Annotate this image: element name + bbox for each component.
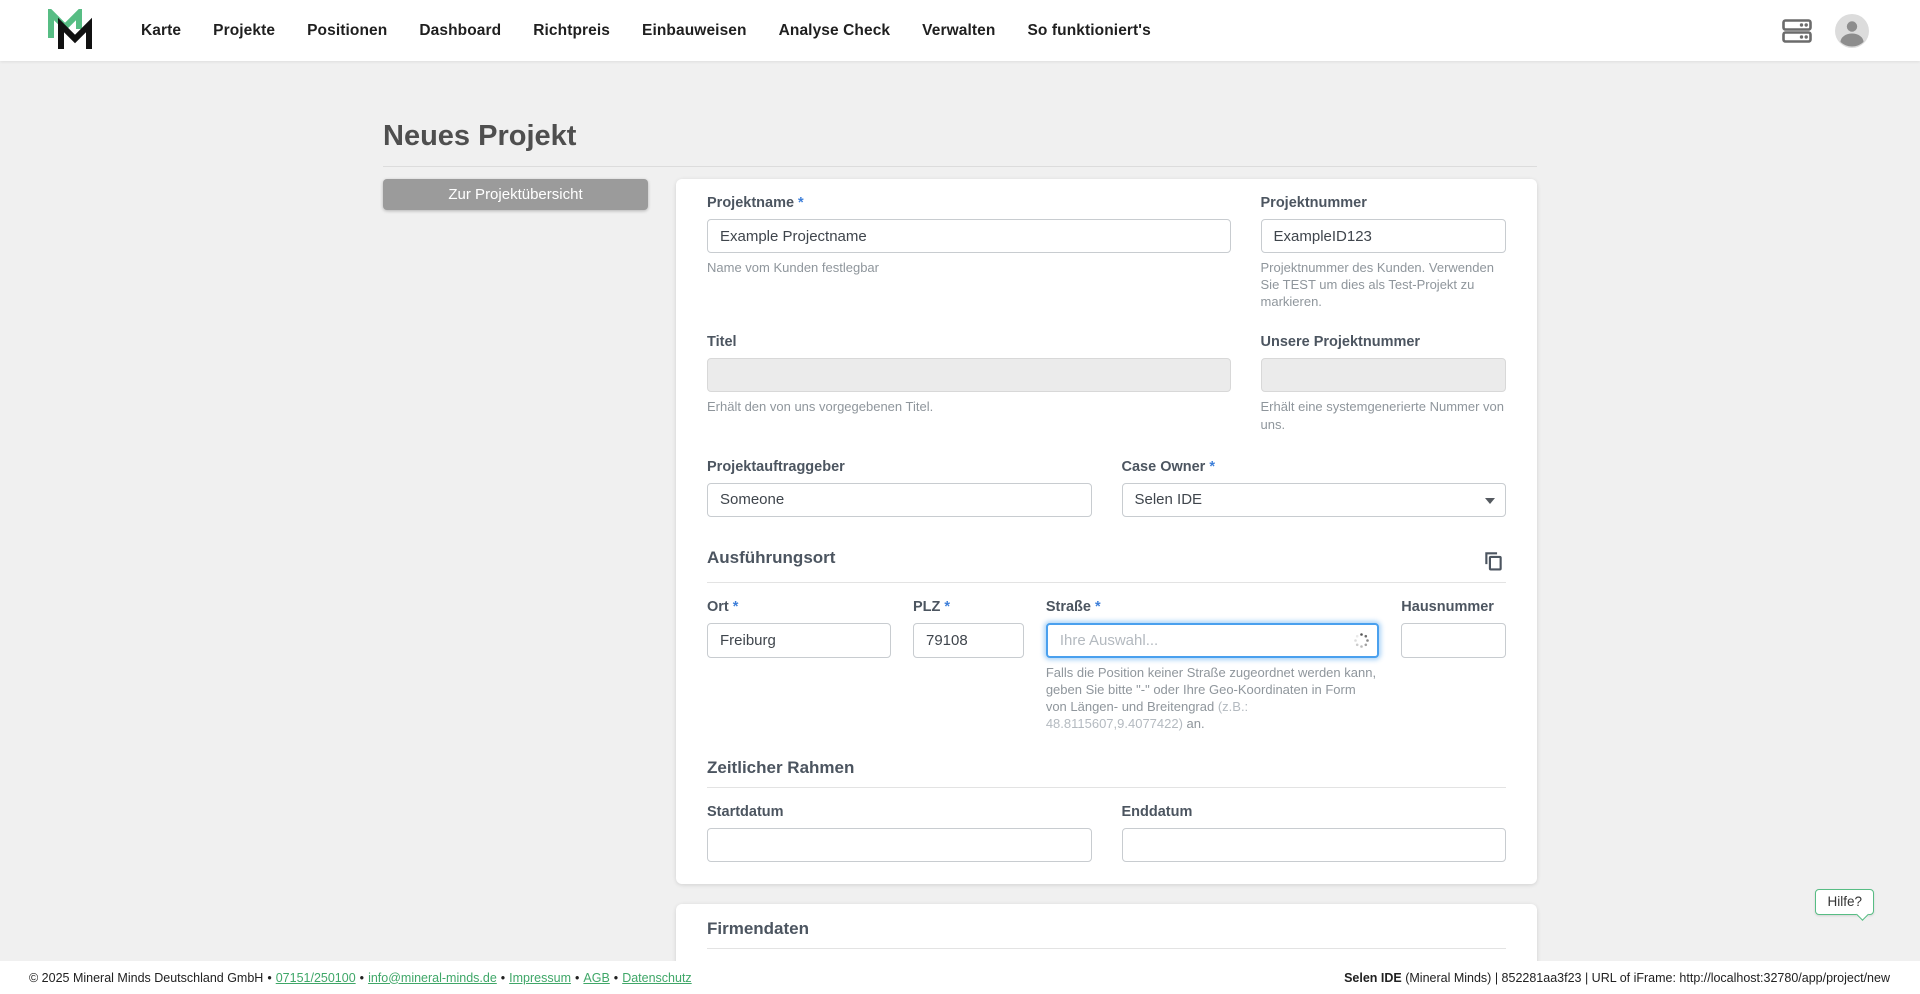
ort-label: Ort <box>707 598 729 615</box>
footer-left: © 2025 Mineral Minds Deutschland GmbH • 07… <box>29 970 692 985</box>
required-asterisk: * <box>732 598 739 615</box>
projektname-label: Projektname <box>707 195 795 211</box>
startdatum-input[interactable] <box>707 828 1092 863</box>
footer-right: Selen IDE (Mineral Minds) | 852281aa3f23… <box>1344 971 1890 985</box>
footer-copyright: © 2025 Mineral Minds Deutschland GmbH <box>29 970 264 985</box>
help-button[interactable]: Hilfe? <box>1815 889 1874 921</box>
speech-bubble-tail <box>1856 908 1869 921</box>
copy-icon[interactable] <box>1481 548 1506 573</box>
section-divider <box>707 581 1506 583</box>
footer-link-datenschutz[interactable]: Datenschutz <box>622 971 691 985</box>
required-asterisk: * <box>1209 458 1215 475</box>
strasse-label: Straße <box>1045 598 1091 615</box>
projektnummer-helper: Projektnummer des Kunden. Verwenden Sie … <box>1260 260 1494 310</box>
nav-item-analyse-check[interactable]: Analyse Check <box>779 22 891 40</box>
projektname-input[interactable] <box>707 219 1231 253</box>
enddatum-input[interactable] <box>1121 828 1506 863</box>
field-projektauftraggeber: Projektauftraggeber <box>707 458 1092 517</box>
footer-link-email[interactable]: info@mineral-minds.de <box>368 971 497 985</box>
field-ort: Ort * <box>707 598 891 733</box>
field-projektname: Projektname* Name vom Kunden festlegbar <box>707 194 1231 310</box>
required-asterisk: * <box>798 195 804 211</box>
footer-user-name: Selen IDE <box>1344 970 1402 985</box>
ort-input[interactable] <box>707 622 891 658</box>
main-content: Neues Projekt Zur Projektübersicht Proje… <box>383 120 1537 994</box>
section-divider <box>707 948 1506 950</box>
case-owner-select[interactable]: Selen IDE <box>1121 482 1506 517</box>
titel-helper: Erhält den von uns vorgegebenen Titel. <box>707 399 934 415</box>
section-divider <box>707 787 1506 789</box>
titel-input <box>707 358 1231 393</box>
projektauftraggeber-input[interactable] <box>707 482 1092 517</box>
field-startdatum: Startdatum <box>707 803 1092 863</box>
required-asterisk: * <box>944 598 951 615</box>
help-button-label: Hilfe? <box>1827 894 1862 909</box>
projektauftraggeber-label: Projektauftraggeber <box>707 458 845 475</box>
case-owner-value: Selen IDE <box>1134 491 1203 509</box>
enddatum-label: Enddatum <box>1121 804 1193 821</box>
titel-label: Titel <box>707 334 737 351</box>
field-unsere-projektnummer: Unsere Projektnummer Erhält eine systemg… <box>1260 333 1506 432</box>
nav-item-dashboard[interactable]: Dashboard <box>419 22 501 40</box>
title-divider <box>383 166 1537 167</box>
new-project-form-card: Projektname* Name vom Kunden festlegbar … <box>676 179 1537 885</box>
strasse-input[interactable] <box>1045 622 1380 658</box>
back-to-project-overview-button[interactable]: Zur Projektübersicht <box>383 179 648 210</box>
projektname-helper: Name vom Kunden festlegbar <box>707 260 879 275</box>
page-title: Neues Projekt <box>383 120 577 152</box>
field-projektnummer: Projektnummer Projektnummer des Kunden. … <box>1260 194 1506 310</box>
section-title-zeitlicher-rahmen: Zeitlicher Rahmen <box>707 758 855 778</box>
section-title-firmendaten: Firmendaten <box>707 919 810 939</box>
unsere-projektnummer-helper: Erhält eine systemgenerierte Nummer von … <box>1260 399 1505 432</box>
footer: © 2025 Mineral Minds Deutschland GmbH • 07… <box>0 961 1920 994</box>
footer-link-phone[interactable]: 07151/250100 <box>276 971 356 985</box>
loading-spinner-icon <box>1353 632 1370 649</box>
top-navigation: Karte Projekte Positionen Dashboard Rich… <box>0 0 1920 61</box>
nav-item-so-funktionierts[interactable]: So funktioniert's <box>1027 22 1150 40</box>
projektnummer-label: Projektnummer <box>1260 195 1367 211</box>
field-titel: Titel Erhält den von uns vorgegebenen Ti… <box>707 333 1231 432</box>
nav-item-positionen[interactable]: Positionen <box>307 22 387 40</box>
strasse-helper: Falls die Position keiner Straße zugeord… <box>1045 664 1377 732</box>
field-enddatum: Enddatum <box>1121 803 1506 863</box>
user-avatar-icon[interactable] <box>1834 13 1870 49</box>
plz-input[interactable] <box>913 622 1024 658</box>
plz-label: PLZ <box>913 598 941 615</box>
startdatum-label: Startdatum <box>707 804 784 821</box>
field-hausnummer: Hausnummer <box>1401 598 1506 733</box>
footer-link-agb[interactable]: AGB <box>583 971 609 985</box>
unsere-projektnummer-input <box>1260 358 1506 393</box>
field-plz: PLZ * <box>913 598 1024 733</box>
unsere-projektnummer-label: Unsere Projektnummer <box>1260 334 1421 351</box>
footer-link-impressum[interactable]: Impressum <box>509 971 571 985</box>
hausnummer-input[interactable] <box>1401 622 1506 658</box>
chevron-down-icon <box>1485 497 1495 504</box>
nav-item-karte[interactable]: Karte <box>141 22 181 40</box>
nav-item-projekte[interactable]: Projekte <box>213 22 275 40</box>
required-asterisk: * <box>1094 598 1101 615</box>
section-title-ausfuehrungsort: Ausführungsort <box>707 547 836 567</box>
projektnummer-input[interactable] <box>1260 219 1506 253</box>
nav-item-richtpreis[interactable]: Richtpreis <box>533 22 610 40</box>
server-rack-icon[interactable] <box>1782 18 1812 43</box>
case-owner-label: Case Owner <box>1121 458 1206 475</box>
nav-item-verwalten[interactable]: Verwalten <box>922 22 995 40</box>
field-case-owner: Case Owner * Selen IDE <box>1121 458 1506 517</box>
nav-item-einbauweisen[interactable]: Einbauweisen <box>642 22 747 40</box>
mineral-minds-logo-icon[interactable] <box>46 5 94 53</box>
hausnummer-label: Hausnummer <box>1401 598 1494 615</box>
main-menu: Karte Projekte Positionen Dashboard Rich… <box>141 22 1151 40</box>
footer-session-info: (Mineral Minds) | 852281aa3f23 | URL of … <box>1401 970 1890 985</box>
field-strasse: Straße * Ihre Auswahl... Falls die Posit… <box>1045 598 1380 733</box>
